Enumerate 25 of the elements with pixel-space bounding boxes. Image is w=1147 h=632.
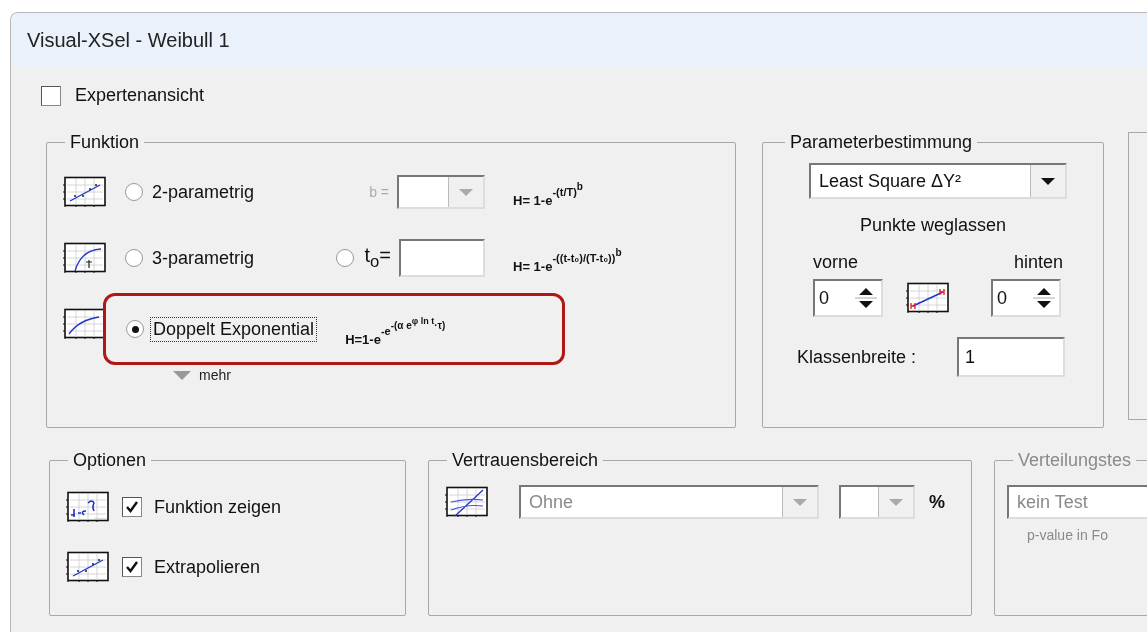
note-text: p-value in Fo	[1027, 527, 1109, 543]
spinner-field[interactable]: 0	[991, 279, 1061, 317]
checkbox-label[interactable]: Extrapolieren	[154, 556, 261, 578]
checkbox-label[interactable]: Funktion zeigen	[154, 496, 282, 518]
unit-label: %	[929, 491, 945, 513]
spinner-field[interactable]: 0	[813, 279, 883, 317]
checkbox-label[interactable]: Expertenansicht	[75, 85, 205, 106]
input-field[interactable]: 1	[957, 337, 1065, 377]
group-title: Verteilungstes	[1017, 450, 1133, 471]
radio-label[interactable]: t$_{o}$=	[364, 244, 391, 272]
section-label: Punkte weglassen	[858, 215, 1008, 236]
field-label: hinten	[1013, 252, 1063, 273]
more-link[interactable]: mehr	[199, 367, 231, 383]
field-label: b =	[369, 184, 389, 200]
radio-label[interactable]: 3-parametrig	[149, 245, 258, 271]
field-label: vorne	[813, 252, 859, 273]
radio-label[interactable]: Doppelt Exponential	[150, 316, 318, 342]
dropdown[interactable]: Least Square ΔY²	[809, 163, 1067, 199]
group-title: Vertrauensbereich	[451, 450, 600, 471]
group-title: Parameterbestimmung	[789, 132, 974, 153]
group-title: Funktion	[69, 132, 141, 153]
group-title: Optionen	[72, 450, 148, 471]
window-title: Visual-XSel - Weibull 1	[11, 13, 1147, 68]
radio-label[interactable]: 2-parametrig	[149, 179, 258, 205]
field-label: Klassenbreite :	[797, 346, 918, 368]
